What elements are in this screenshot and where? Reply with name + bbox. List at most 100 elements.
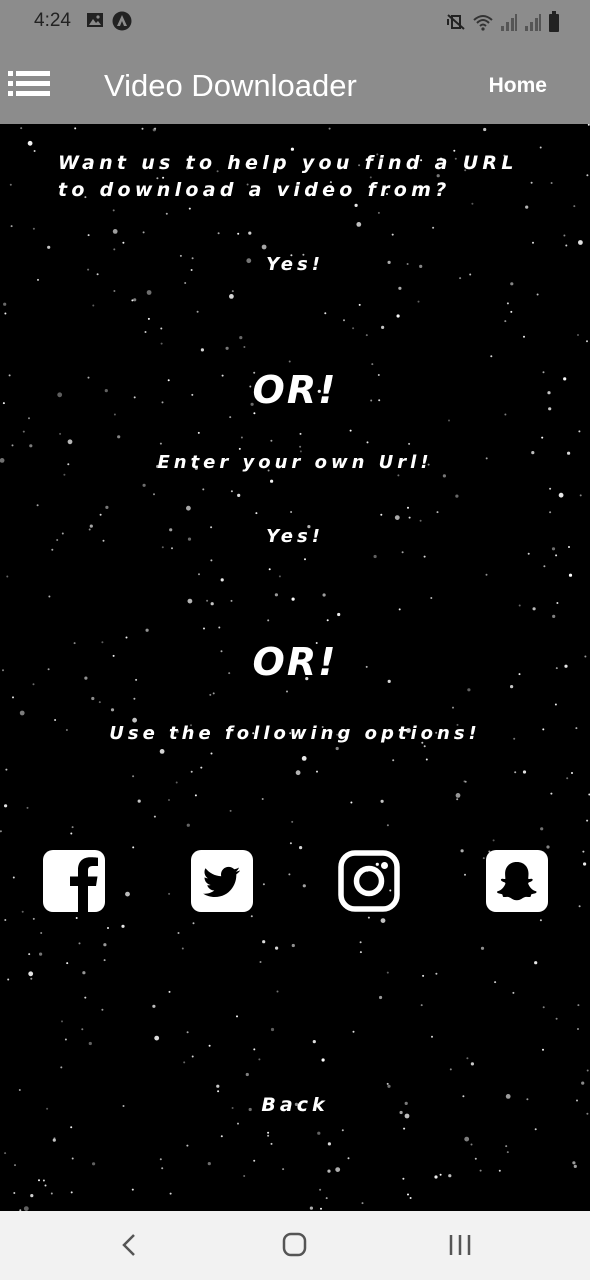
star-dot bbox=[425, 758, 428, 761]
star-dot bbox=[563, 234, 566, 237]
star-dot bbox=[110, 708, 115, 712]
star-dot bbox=[436, 511, 439, 514]
star-dot bbox=[153, 815, 156, 818]
star-dot bbox=[434, 1175, 438, 1179]
star-dot bbox=[48, 595, 51, 598]
star-dot bbox=[539, 146, 542, 149]
star-dot bbox=[259, 961, 262, 963]
star-dot bbox=[92, 304, 95, 307]
facebook-button[interactable] bbox=[43, 850, 105, 912]
star-dot bbox=[101, 1008, 104, 1011]
instagram-button[interactable] bbox=[338, 850, 400, 912]
star-dot bbox=[60, 1066, 63, 1069]
star-dot bbox=[78, 942, 81, 945]
battery-icon bbox=[548, 11, 560, 38]
star-dot bbox=[391, 233, 394, 236]
star-dot bbox=[237, 1122, 239, 1125]
star-dot bbox=[551, 547, 556, 551]
hamburger-menu-button[interactable] bbox=[6, 69, 52, 99]
star-dot bbox=[510, 310, 513, 313]
star-dot bbox=[237, 232, 240, 235]
snapchat-button[interactable] bbox=[486, 850, 548, 912]
star-dot bbox=[337, 612, 341, 617]
star-dot bbox=[452, 706, 454, 709]
signal-icon bbox=[500, 12, 518, 37]
star-dot bbox=[88, 1041, 92, 1046]
star-dot bbox=[184, 282, 187, 284]
star-dot bbox=[230, 599, 233, 602]
star-dot bbox=[577, 1028, 579, 1030]
star-dot bbox=[206, 599, 209, 602]
star-dot bbox=[198, 573, 200, 576]
star-dot bbox=[186, 1144, 189, 1147]
star-dot bbox=[417, 300, 420, 303]
star-dot bbox=[152, 1004, 156, 1008]
star-dot bbox=[40, 932, 43, 934]
star-dot bbox=[490, 355, 493, 358]
star-dot bbox=[125, 636, 128, 639]
star-dot bbox=[267, 619, 270, 622]
star-dot bbox=[327, 1169, 331, 1173]
facebook-icon bbox=[43, 850, 105, 912]
star-dot bbox=[371, 363, 374, 366]
find-url-prompt: Want us to help you find a URL to downlo… bbox=[58, 152, 518, 201]
star-dot bbox=[243, 346, 246, 348]
twitter-button[interactable] bbox=[191, 850, 253, 912]
star-dot bbox=[200, 348, 204, 352]
star-dot bbox=[470, 1143, 473, 1146]
star-dot bbox=[26, 806, 29, 809]
twitter-icon bbox=[191, 850, 253, 912]
star-dot bbox=[504, 413, 507, 416]
star-dot bbox=[61, 1020, 63, 1023]
star-dot bbox=[492, 839, 495, 842]
back-nav-button[interactable] bbox=[110, 1231, 150, 1261]
star-dot bbox=[578, 430, 581, 433]
star-dot bbox=[398, 286, 402, 290]
star-dot bbox=[335, 746, 339, 751]
star-dot bbox=[190, 770, 193, 773]
star-dot bbox=[11, 444, 14, 447]
home-button[interactable]: Home bbox=[489, 74, 547, 98]
star-dot bbox=[455, 793, 461, 798]
star-dot bbox=[217, 232, 220, 235]
star-dot bbox=[514, 771, 517, 774]
star-dot bbox=[146, 290, 152, 295]
star-dot bbox=[200, 766, 203, 769]
star-dot bbox=[439, 1173, 442, 1176]
star-dot bbox=[229, 416, 232, 419]
star-dot bbox=[407, 506, 409, 509]
recents-nav-button[interactable] bbox=[440, 1231, 480, 1261]
star-dot bbox=[485, 573, 488, 576]
star-dot bbox=[53, 1137, 56, 1140]
star-dot bbox=[231, 290, 234, 293]
star-dot bbox=[573, 1164, 577, 1168]
star-dot bbox=[22, 430, 25, 433]
star-dot bbox=[75, 917, 78, 919]
star-dot bbox=[229, 809, 232, 812]
star-dot bbox=[91, 696, 95, 701]
star-dot bbox=[236, 1015, 238, 1018]
star-dot bbox=[132, 775, 135, 778]
star-dot bbox=[186, 1031, 189, 1034]
star-dot bbox=[133, 298, 137, 302]
star-dot bbox=[505, 1145, 508, 1148]
star-dot bbox=[510, 282, 514, 286]
star-dot bbox=[132, 717, 138, 723]
enter-url-yes-button[interactable]: Yes! bbox=[0, 526, 590, 547]
star-dot bbox=[0, 830, 2, 833]
star-dot bbox=[137, 799, 141, 803]
star-dot bbox=[510, 685, 514, 689]
back-button[interactable]: Back bbox=[0, 1094, 590, 1116]
find-url-yes-button[interactable]: Yes! bbox=[0, 254, 590, 275]
home-nav-button[interactable] bbox=[275, 1231, 315, 1261]
star-dot bbox=[316, 770, 318, 773]
star-dot bbox=[169, 1192, 172, 1195]
star-dot bbox=[459, 277, 462, 280]
star-dot bbox=[161, 1167, 164, 1170]
star-dot bbox=[19, 710, 25, 716]
star-dot bbox=[387, 1084, 391, 1088]
star-dot bbox=[291, 820, 294, 823]
star-dot bbox=[5, 768, 8, 771]
star-dot bbox=[409, 1197, 412, 1199]
star-dot bbox=[464, 780, 467, 783]
